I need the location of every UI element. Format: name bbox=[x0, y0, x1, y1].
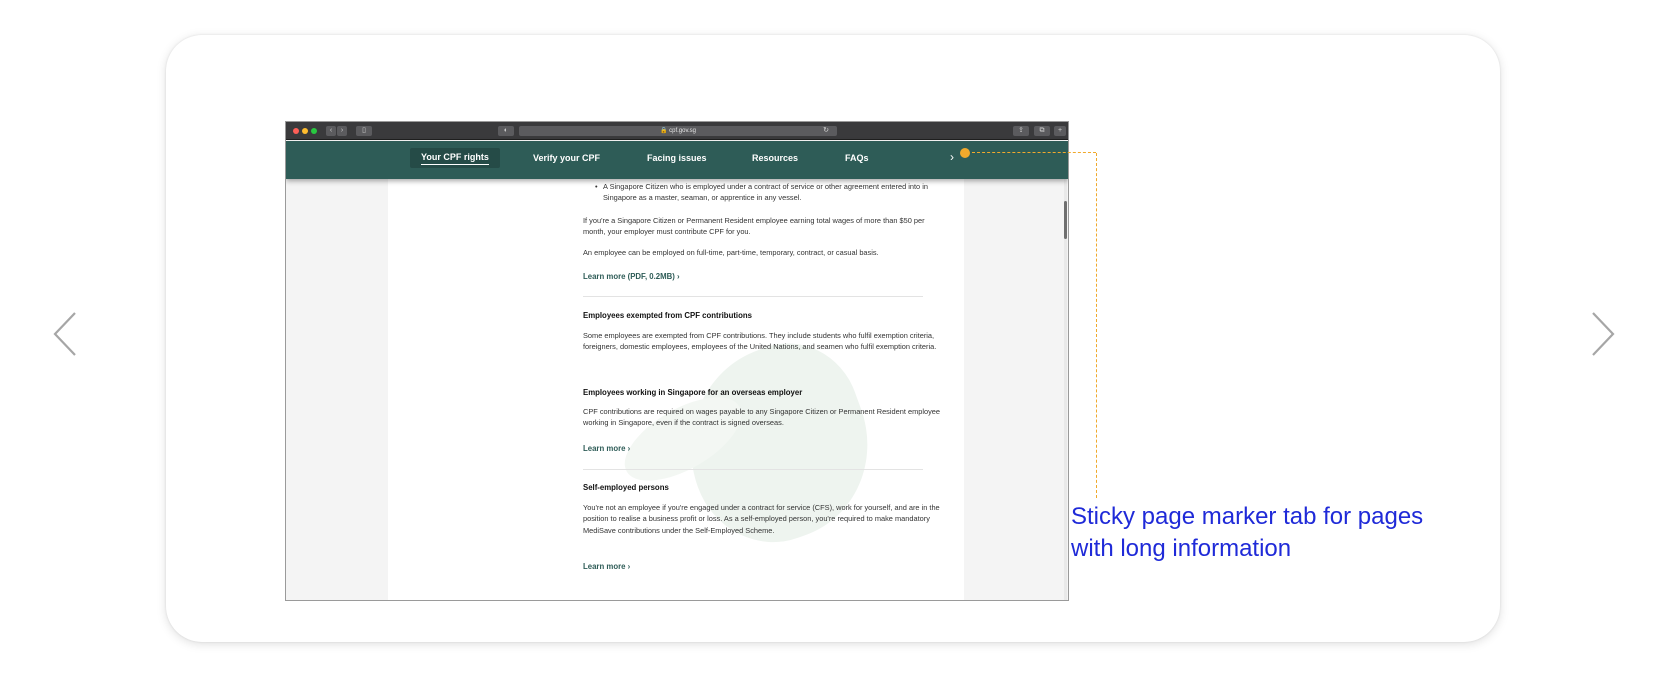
close-window-icon[interactable] bbox=[293, 128, 299, 134]
address-bar[interactable]: 🔒 cpf.gov.sg ↻ bbox=[519, 126, 837, 136]
annotation-leader-line bbox=[1096, 153, 1097, 498]
paragraph: Some employees are exempted from CPF con… bbox=[583, 331, 937, 352]
marker-dot-icon bbox=[960, 148, 970, 158]
carousel-prev-button[interactable] bbox=[49, 309, 83, 359]
share-icon[interactable]: ⇪ bbox=[1013, 126, 1029, 136]
nav-more-button[interactable]: › bbox=[950, 150, 954, 164]
annotation-leader-line bbox=[972, 152, 1096, 153]
chevron-right-icon bbox=[1592, 312, 1615, 356]
tabs-overview-icon[interactable]: ⧉ bbox=[1034, 126, 1050, 136]
divider bbox=[583, 469, 923, 470]
browser-screenshot: ‹ › ▯ ◐ 🔒 cpf.gov.sg ↻ ⇪ ⧉ + A Singapore… bbox=[285, 121, 1069, 601]
browser-titlebar: ‹ › ▯ ◐ 🔒 cpf.gov.sg ↻ ⇪ ⧉ + bbox=[286, 122, 1068, 140]
tab-verify-your-cpf[interactable]: Verify your CPF bbox=[533, 153, 600, 163]
tab-facing-issues[interactable]: Facing issues bbox=[647, 153, 707, 163]
tab-your-cpf-rights[interactable]: Your CPF rights bbox=[410, 148, 500, 168]
learn-more-link[interactable]: Learn more › bbox=[583, 443, 945, 455]
paragraph: An employee can be employed on full-time… bbox=[583, 248, 879, 257]
new-tab-icon[interactable]: + bbox=[1054, 126, 1066, 136]
carousel-next-button[interactable] bbox=[1585, 309, 1619, 359]
forward-icon[interactable]: › bbox=[337, 126, 347, 136]
tab-resources[interactable]: Resources bbox=[752, 153, 798, 163]
section-heading: Self-employed persons bbox=[583, 483, 669, 492]
learn-more-pdf-link[interactable]: Learn more (PDF, 0.2MB) › bbox=[583, 271, 945, 283]
privacy-shield-icon[interactable]: ◐ bbox=[498, 126, 514, 136]
learn-more-link[interactable]: Learn more › bbox=[583, 561, 945, 573]
paragraph: CPF contributions are required on wages … bbox=[583, 407, 941, 428]
annotation-caption: Sticky page marker tab for pages with lo… bbox=[1071, 503, 1424, 562]
tab-faqs[interactable]: FAQs bbox=[845, 153, 869, 163]
reload-icon[interactable]: ↻ bbox=[823, 126, 829, 136]
section-heading: Employees exempted from CPF contribution… bbox=[583, 311, 752, 320]
back-icon[interactable]: ‹ bbox=[326, 126, 336, 136]
paragraph: You're not an employee if you're engaged… bbox=[583, 503, 940, 535]
sidebar-toggle-icon[interactable]: ▯ bbox=[356, 126, 372, 136]
scrollbar-track[interactable] bbox=[1064, 179, 1067, 600]
divider bbox=[583, 296, 923, 297]
section-heading: Employees working in Singapore for an ov… bbox=[583, 388, 803, 397]
sticky-page-nav: Your CPF rights Verify your CPF Facing i… bbox=[286, 141, 1068, 179]
paragraph: If you're a Singapore Citizen or Permane… bbox=[583, 216, 925, 237]
zoom-window-icon[interactable] bbox=[311, 128, 317, 134]
address-text: 🔒 cpf.gov.sg bbox=[659, 128, 697, 134]
main-content: A Singapore Citizen who is employed unde… bbox=[388, 179, 964, 600]
minimize-window-icon[interactable] bbox=[302, 128, 308, 134]
bullet-item: A Singapore Citizen who is employed unde… bbox=[583, 181, 945, 204]
tab-label: Your CPF rights bbox=[421, 152, 489, 165]
chevron-left-icon bbox=[53, 312, 76, 356]
scrollbar-thumb[interactable] bbox=[1064, 201, 1067, 239]
